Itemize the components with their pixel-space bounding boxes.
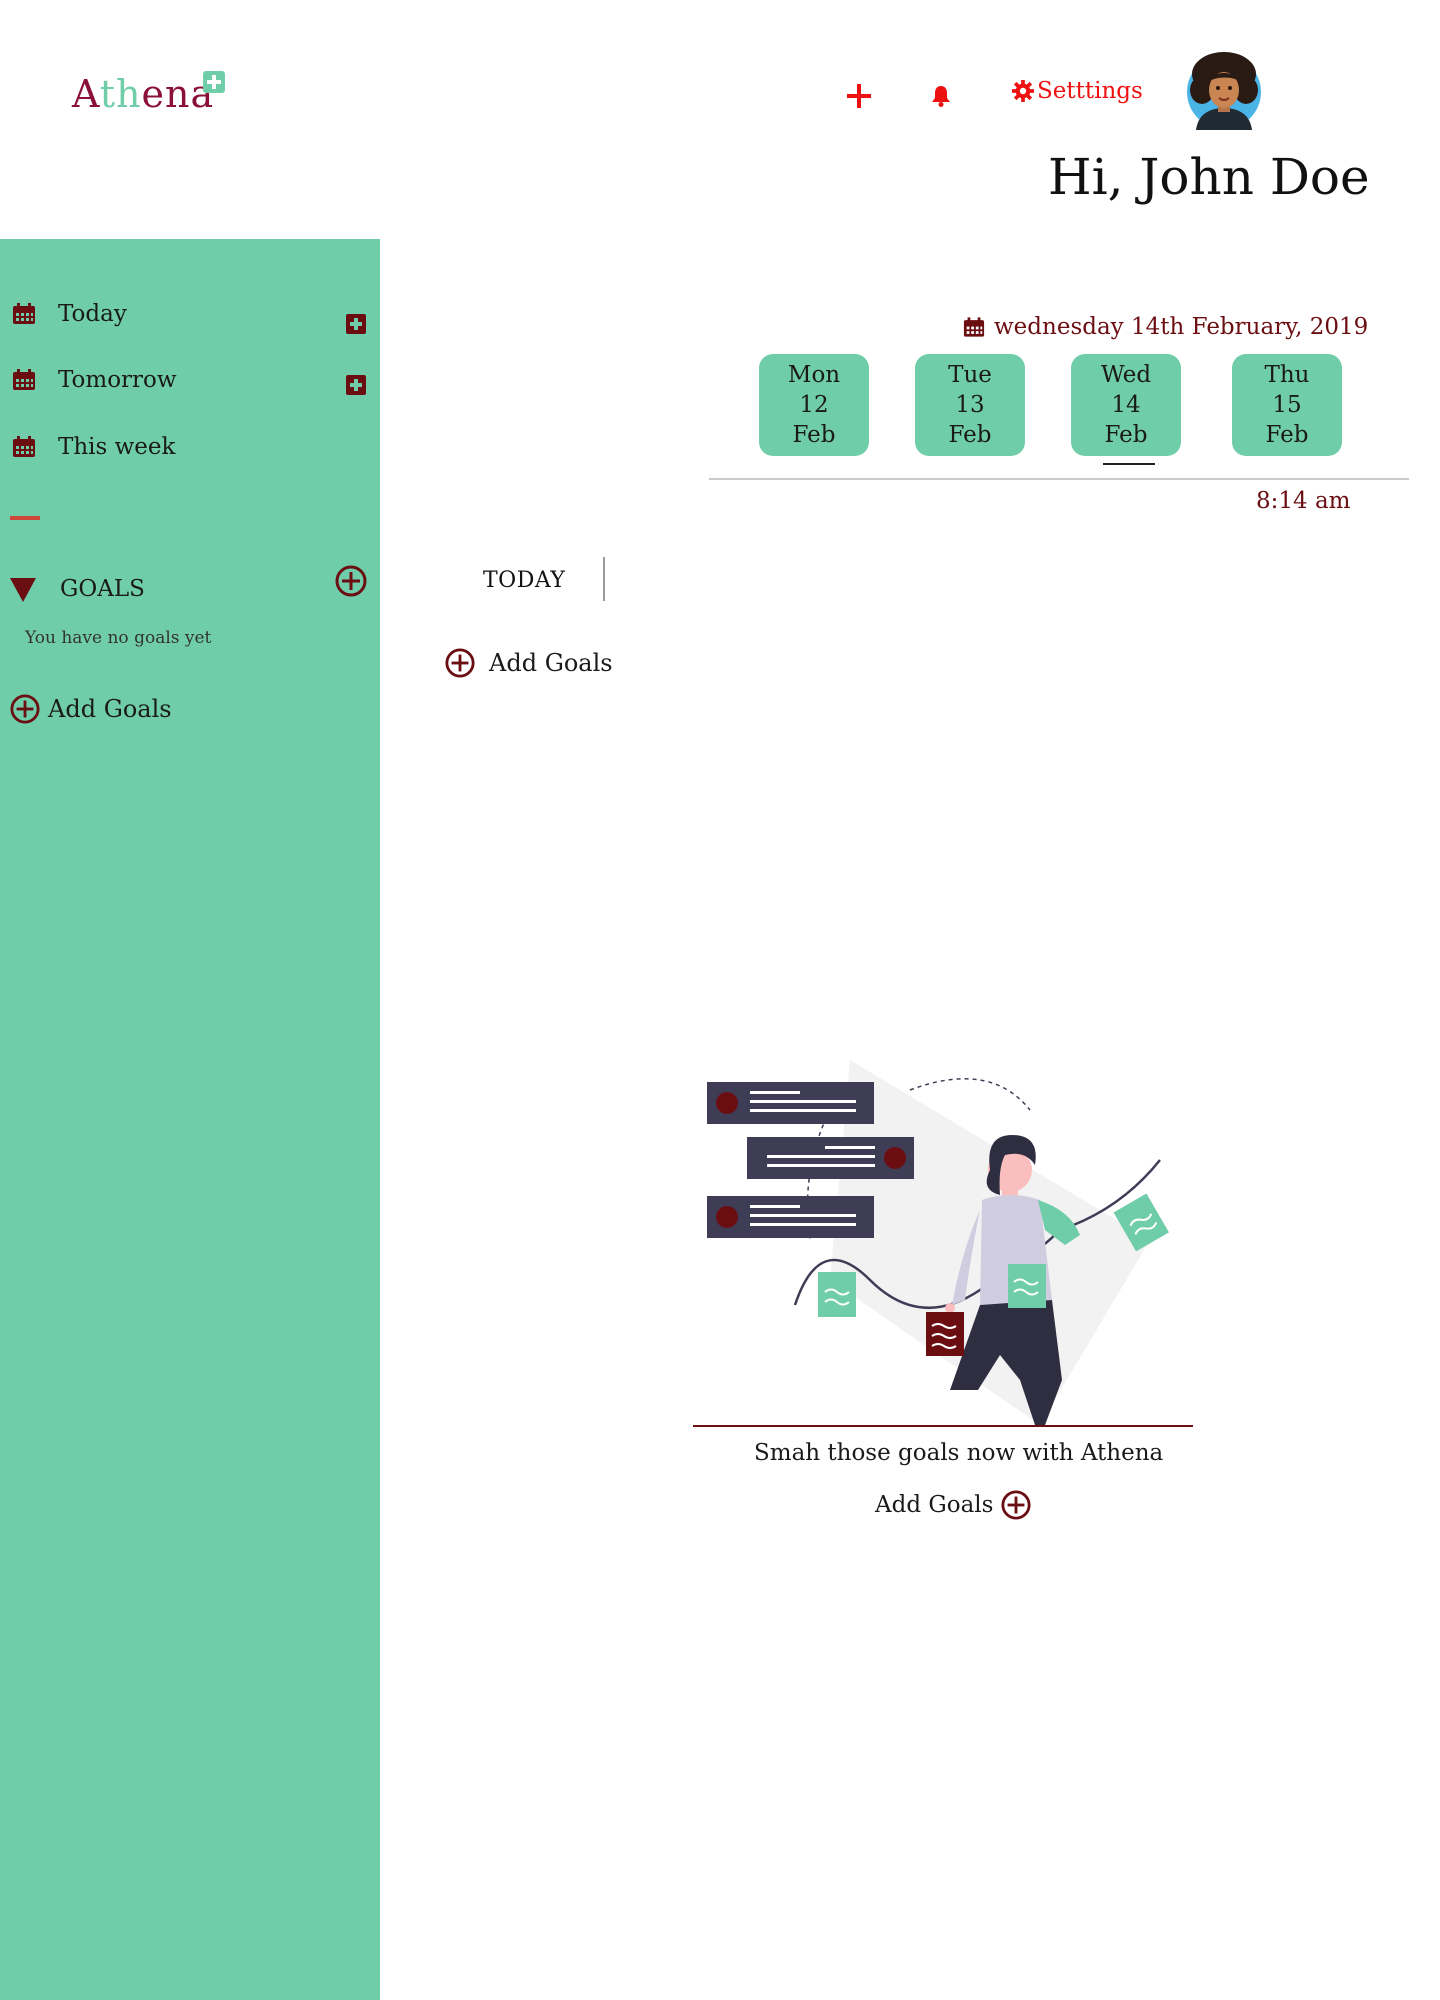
- logo-letter-a: A: [72, 72, 100, 116]
- sidebar-item-label: This week: [58, 434, 176, 460]
- sidebar-item-this-week[interactable]: This week: [12, 434, 175, 460]
- plus-circle-icon: [445, 648, 475, 678]
- day-card-mon[interactable]: Mon 12 Feb: [759, 354, 869, 456]
- logo-letters-th: th: [99, 72, 142, 116]
- day-name: Mon: [787, 362, 841, 388]
- day-number: 13: [955, 392, 985, 418]
- no-goals-message: You have no goals yet: [25, 628, 212, 648]
- day-month: Feb: [1104, 422, 1148, 448]
- settings-link[interactable]: Setttings: [1012, 78, 1143, 104]
- bottom-add-goals-button[interactable]: Add Goals: [875, 1490, 1031, 1520]
- current-time: 8:14 am: [1256, 488, 1351, 514]
- logo-letter-e: e: [141, 72, 166, 116]
- sidebar-item-tomorrow[interactable]: Tomorrow: [12, 367, 177, 393]
- plus-circle-icon: [1001, 1490, 1031, 1520]
- settings-label: Setttings: [1037, 78, 1143, 104]
- app-logo[interactable]: Athena: [72, 72, 214, 116]
- day-number: 15: [1272, 392, 1302, 418]
- sidebar-item-label: Tomorrow: [58, 367, 177, 393]
- sidebar-add-goals-button[interactable]: Add Goals: [10, 694, 172, 724]
- illustration-ground-line: [693, 1425, 1193, 1427]
- day-month: Feb: [1265, 422, 1309, 448]
- bottom-add-goals-label: Add Goals: [875, 1492, 994, 1518]
- day-month: Feb: [948, 422, 992, 448]
- add-icon[interactable]: [847, 84, 871, 108]
- calendar-icon: [13, 303, 35, 324]
- add-tomorrow-icon[interactable]: [346, 375, 366, 395]
- plus-circle-icon: [10, 694, 40, 724]
- day-number: 12: [799, 392, 829, 418]
- sidebar-divider: [10, 516, 40, 520]
- day-name: Thu: [1264, 362, 1310, 388]
- day-card-tue[interactable]: Tue 13 Feb: [915, 354, 1025, 456]
- day-number: 14: [1111, 392, 1141, 418]
- logo-plus-icon: [203, 71, 225, 93]
- sidebar-item-label: Today: [58, 301, 127, 327]
- calendar-icon: [13, 369, 35, 390]
- sidebar: Today Tomorrow This week GOALS You have …: [0, 239, 380, 2000]
- main-add-goals-button[interactable]: Add Goals: [445, 648, 613, 678]
- empty-state-tagline: Smah those goals now with Athena: [754, 1440, 1164, 1466]
- day-name: Tue: [948, 362, 992, 388]
- goals-heading: GOALS: [60, 576, 145, 602]
- gear-icon: [1012, 80, 1034, 102]
- sidebar-add-goals-label: Add Goals: [48, 695, 172, 723]
- calendar-icon: [13, 436, 35, 457]
- today-tab[interactable]: TODAY: [483, 568, 565, 593]
- collapse-triangle-icon[interactable]: [10, 578, 36, 602]
- add-goal-circle-icon[interactable]: [335, 565, 367, 597]
- user-avatar[interactable]: [1186, 48, 1262, 130]
- tab-separator: [603, 557, 605, 601]
- main-add-goals-label: Add Goals: [489, 649, 613, 677]
- date-divider: [709, 478, 1409, 480]
- current-date-text: wednesday 14th February, 2019: [994, 314, 1369, 340]
- day-card-wed[interactable]: Wed 14 Feb: [1071, 354, 1181, 456]
- empty-state-illustration: [707, 1060, 1169, 1425]
- notification-bell-icon[interactable]: [929, 84, 953, 112]
- day-month: Feb: [792, 422, 836, 448]
- sidebar-item-today[interactable]: Today: [12, 301, 127, 327]
- selected-day-indicator: [1103, 463, 1155, 465]
- calendar-icon: [963, 316, 985, 337]
- page-greeting: Hi, John Doe: [1048, 148, 1370, 206]
- day-card-thu[interactable]: Thu 15 Feb: [1232, 354, 1342, 456]
- add-today-icon[interactable]: [346, 314, 366, 334]
- current-date: wednesday 14th February, 2019: [963, 314, 1368, 340]
- day-name: Wed: [1100, 362, 1152, 388]
